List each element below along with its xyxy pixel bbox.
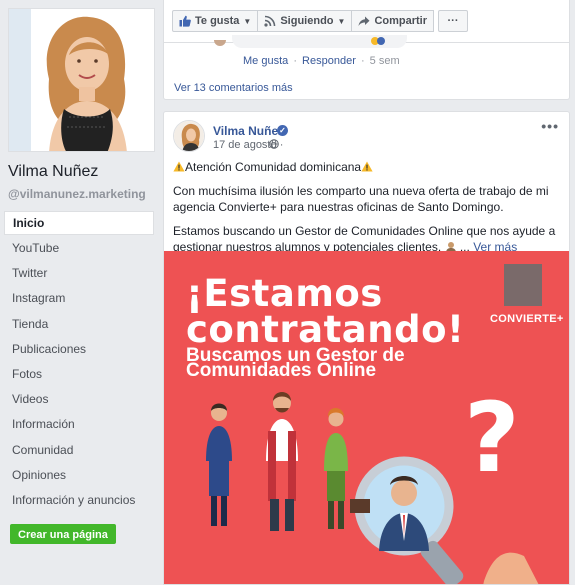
post-headline-line: Atención Comunidad dominicana [173, 159, 563, 175]
brand-name: CONVIERTE+ [490, 313, 564, 325]
page-actions: Te gusta ▼ Siguiendo ▼ Compartir ··· [172, 10, 468, 32]
magnifying-glass-icon [354, 456, 464, 584]
more-dots-icon: ··· [447, 15, 459, 27]
thumbs-up-icon [179, 15, 191, 27]
post-options-button[interactable]: ••• [541, 118, 559, 134]
globe-icon [269, 139, 279, 149]
following-button[interactable]: Siguiendo ▼ [257, 10, 353, 32]
nav-item-videos[interactable]: Videos [4, 387, 154, 412]
comment-avatar[interactable] [214, 40, 226, 46]
nav-item-instagram[interactable]: Instagram [4, 286, 154, 311]
profile-handle[interactable]: @vilmanunez.marketing [8, 187, 146, 201]
comment-time[interactable]: 5 sem [370, 55, 400, 67]
nav-item-inicio[interactable]: Inicio [4, 211, 154, 235]
question-mark-icon: ? [464, 382, 520, 494]
create-page-button[interactable]: Crear una página [10, 524, 116, 544]
nav-item-twitter[interactable]: Twitter [4, 261, 154, 286]
nav-item-publicaciones[interactable]: Publicaciones [4, 337, 154, 362]
comment-reply-link[interactable]: Responder [302, 55, 356, 67]
nav-item-youtube[interactable]: YouTube [4, 236, 154, 261]
nav-item-fotos[interactable]: Fotos [4, 362, 154, 387]
nav-item-comunidad[interactable]: Comunidad [4, 438, 154, 463]
rss-icon [264, 15, 276, 27]
nav-item-opiniones[interactable]: Opiniones [4, 463, 154, 488]
image-subtitle-line-2: Comunidades Online [186, 360, 377, 381]
image-headline-line-2: contratando! [186, 308, 465, 351]
avatar-photo [174, 121, 204, 151]
comment-reactions-icon[interactable] [371, 36, 385, 48]
profile-picture[interactable] [8, 8, 155, 152]
separator: · [279, 139, 284, 151]
brand-logo-icon [504, 264, 542, 306]
profile-photo [9, 9, 154, 151]
post-card: Vilma Nuñez ✓ 17 de agosto · ••• Atenció… [163, 111, 570, 585]
nav-item-informacion[interactable]: Información [4, 412, 154, 437]
woman-figure-2 [324, 408, 370, 529]
separator: · [360, 55, 365, 67]
previous-post-card: Te gusta ▼ Siguiendo ▼ Compartir ··· Me … [163, 0, 570, 100]
left-column: Vilma Nuñez @vilmanunez.marketing Inicio… [0, 0, 160, 585]
comment-like-link[interactable]: Me gusta [243, 55, 288, 67]
hiring-illustration: ? [206, 382, 539, 584]
more-options-button[interactable]: ··· [438, 10, 468, 32]
separator: · [293, 55, 297, 67]
post-paragraph-1: Con muchísima ilusión les comparto una n… [173, 184, 549, 214]
profile-name[interactable]: Vilma Nuñez [8, 163, 98, 181]
verified-icon: ✓ [277, 125, 288, 136]
post-text: Atención Comunidad dominicana Con muchís… [173, 159, 563, 263]
chevron-down-icon: ▼ [337, 16, 346, 26]
post-author-avatar[interactable] [173, 120, 205, 152]
post-date-text: 17 de agosto [213, 139, 277, 151]
warning-icon [361, 161, 373, 172]
warning-icon [173, 161, 185, 172]
nav-item-tienda[interactable]: Tienda [4, 312, 154, 337]
page-nav: Inicio YouTube Twitter Instagram Tienda … [4, 211, 154, 513]
view-more-comments-link[interactable]: Ver 13 comentarios más [174, 82, 293, 94]
share-label: Compartir [374, 15, 427, 27]
share-button[interactable]: Compartir [351, 10, 434, 32]
like-page-label: Te gusta [195, 15, 240, 27]
man-figure [266, 392, 298, 531]
post-image[interactable]: ¡Estamos contratando! Buscamos un Gestor… [164, 251, 569, 584]
comment-meta: Me gusta · Responder · 5 sem [243, 55, 400, 67]
like-page-button[interactable]: Te gusta ▼ [172, 10, 259, 32]
following-label: Siguiendo [280, 15, 334, 27]
post-headline: Atención Comunidad dominicana [185, 160, 362, 174]
woman-figure-1 [206, 403, 232, 526]
share-arrow-icon [358, 16, 370, 26]
nav-item-info-anuncios[interactable]: Información y anuncios [4, 488, 154, 513]
chevron-down-icon: ▼ [243, 16, 252, 26]
post-author-name[interactable]: Vilma Nuñez [213, 124, 284, 138]
